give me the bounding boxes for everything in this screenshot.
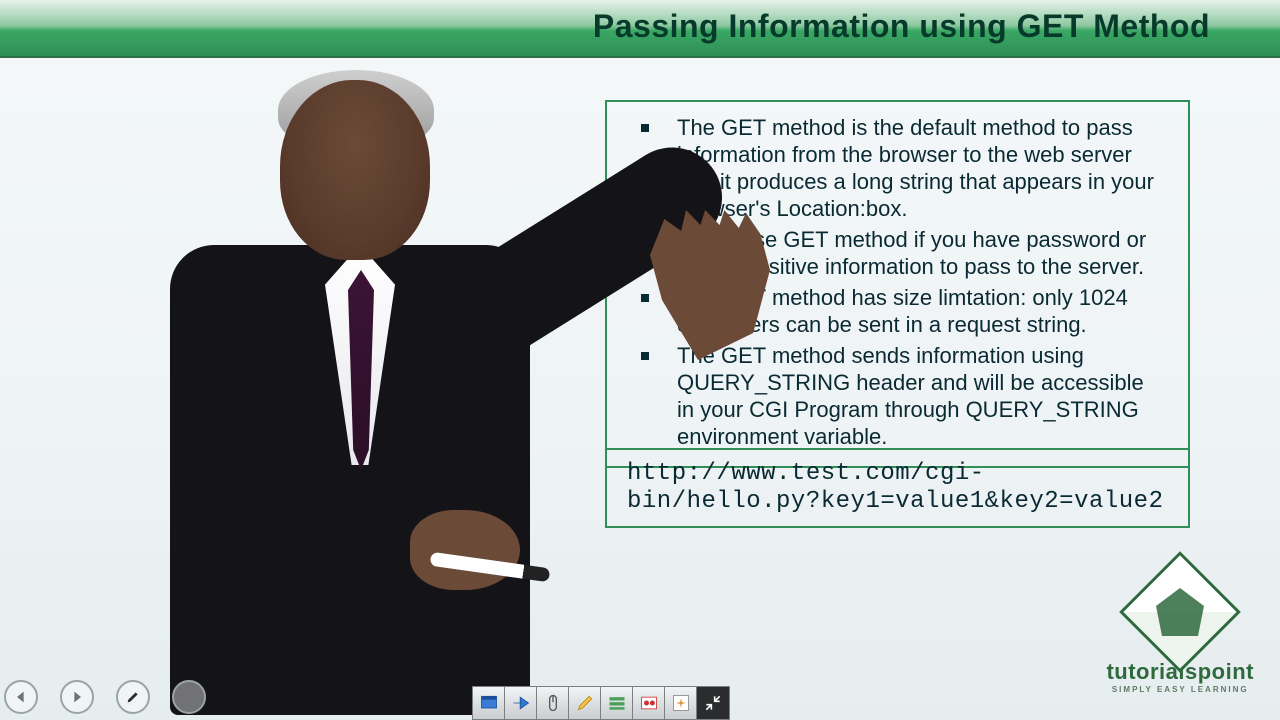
bullet-item: The GET method sends information using Q…	[631, 340, 1164, 452]
window-tool-button[interactable]	[473, 687, 505, 719]
logo-tagline: SIMPLY EASY LEARNING	[1106, 685, 1254, 694]
settings-tool-button[interactable]	[665, 687, 697, 719]
window-icon	[479, 693, 499, 713]
bullet-item: Never use GET method if you have passwor…	[631, 224, 1164, 282]
bullet-box: The GET method is the default method to …	[605, 100, 1190, 468]
slide-nav	[4, 680, 206, 714]
triangle-left-icon	[13, 689, 29, 705]
prev-slide-button[interactable]	[4, 680, 38, 714]
code-line: http://www.test.com/cgi-	[627, 460, 1168, 488]
bullet-item: The GET method is the default method to …	[631, 112, 1164, 224]
highlighter-tool-button[interactable]	[569, 687, 601, 719]
tutorialspoint-logo: tutorialspoint SIMPLY EASY LEARNING	[1106, 569, 1254, 694]
slides-icon	[607, 693, 627, 713]
slide-stage: Passing Information using GET Method The…	[0, 0, 1280, 720]
bullet-item: The GET method has size limtation: only …	[631, 282, 1164, 340]
presentation-toolbar	[472, 686, 730, 720]
code-example-box: http://www.test.com/cgi- bin/hello.py?ke…	[605, 448, 1190, 528]
presenter-figure	[110, 70, 670, 720]
collapse-icon	[703, 693, 723, 713]
pen-tool-button[interactable]	[116, 680, 150, 714]
more-tools-button[interactable]	[172, 680, 206, 714]
highlighter-icon	[575, 693, 595, 713]
triangle-right-icon	[69, 689, 85, 705]
circle-icon	[181, 689, 197, 705]
arrow-right-icon	[511, 693, 531, 713]
code-line: bin/hello.py?key1=value1&key2=value2	[627, 488, 1168, 516]
mouse-icon	[543, 693, 563, 713]
slides-panel-button[interactable]	[601, 687, 633, 719]
slide-title: Passing Information using GET Method	[593, 8, 1210, 45]
film-icon	[639, 693, 659, 713]
next-arrow-button[interactable]	[505, 687, 537, 719]
sparkle-icon	[671, 693, 691, 713]
title-bar: Passing Information using GET Method	[0, 0, 1280, 58]
next-slide-button[interactable]	[60, 680, 94, 714]
logo-diamond-icon	[1119, 551, 1241, 673]
exit-fullscreen-button[interactable]	[697, 687, 729, 719]
cursor-tool-button[interactable]	[537, 687, 569, 719]
pen-icon	[125, 689, 141, 705]
media-tool-button[interactable]	[633, 687, 665, 719]
